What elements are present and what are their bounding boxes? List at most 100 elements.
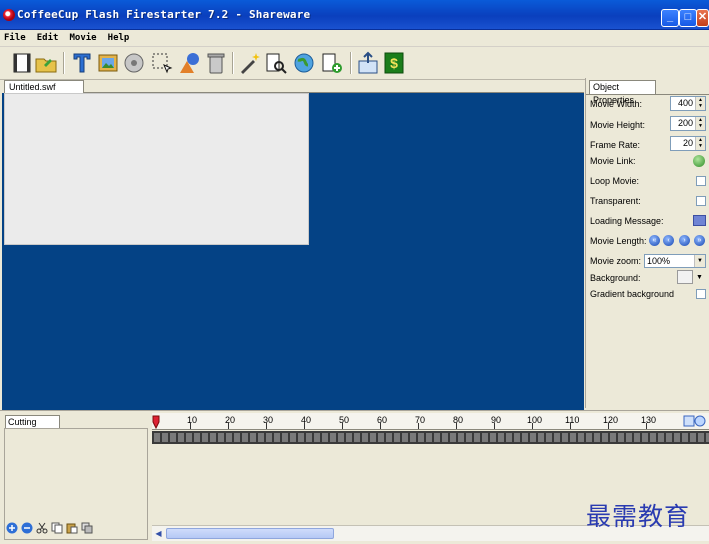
maximize-button[interactable]: □	[679, 9, 697, 27]
object-properties-tab[interactable]: Object Properties	[589, 80, 656, 105]
timeline-frame[interactable]	[426, 433, 432, 442]
chevron-down-icon[interactable]: ▼	[694, 255, 705, 267]
add-icon[interactable]	[6, 522, 18, 534]
cutting-room-tab[interactable]: Cutting Room	[5, 415, 60, 439]
timeline-frame[interactable]	[442, 433, 448, 442]
timeline-frame[interactable]	[690, 433, 696, 442]
timeline-frame[interactable]	[194, 433, 200, 442]
frame-rate-stepper[interactable]: ▲ ▼	[695, 137, 705, 150]
timeline-frame[interactable]	[682, 433, 688, 442]
timeline-zoom-icon[interactable]	[683, 414, 707, 428]
duplicate-icon[interactable]	[81, 522, 93, 534]
export-icon[interactable]	[356, 51, 380, 75]
timeline-frame[interactable]	[218, 433, 224, 442]
timeline-frame[interactable]	[610, 433, 616, 442]
timeline-frame[interactable]	[586, 433, 592, 442]
timeline-frame[interactable]	[410, 433, 416, 442]
timeline-ruler[interactable]: 10 20 30 40 50 60 70 80 90 100 110 120 1…	[152, 413, 709, 430]
copy-icon[interactable]	[51, 522, 63, 534]
timeline-frame[interactable]	[330, 433, 336, 442]
new-movie-icon[interactable]	[10, 51, 34, 75]
paste-icon[interactable]	[66, 522, 78, 534]
timeline-frame[interactable]	[314, 433, 320, 442]
timeline-frame[interactable]	[554, 433, 560, 442]
timeline-frame[interactable]	[642, 433, 648, 442]
timeline-frame[interactable]	[186, 433, 192, 442]
timeline-frame[interactable]	[162, 433, 168, 442]
magic-wand-icon[interactable]	[238, 51, 262, 75]
timeline-frame[interactable]	[418, 433, 424, 442]
timeline-frame[interactable]	[482, 433, 488, 442]
publish-web-icon[interactable]	[292, 51, 316, 75]
timeline-frame[interactable]	[170, 433, 176, 442]
frame-rate-input[interactable]: 20 ▲ ▼	[670, 136, 706, 151]
timeline-frame[interactable]	[178, 433, 184, 442]
timeline-frame[interactable]	[362, 433, 368, 442]
minimize-button[interactable]: _	[661, 9, 679, 27]
timeline-frame[interactable]	[434, 433, 440, 442]
timeline-frame[interactable]	[354, 433, 360, 442]
movie-width-input[interactable]: 400 ▲ ▼	[670, 96, 706, 111]
timeline-frame[interactable]	[322, 433, 328, 442]
menu-movie[interactable]: Movie	[66, 30, 101, 47]
timeline-frame[interactable]	[298, 433, 304, 442]
timeline-frame[interactable]	[274, 433, 280, 442]
timeline-frame[interactable]	[570, 433, 576, 442]
shapes-icon[interactable]	[178, 51, 202, 75]
trash-icon[interactable]	[204, 51, 228, 75]
timeline-frame[interactable]	[514, 433, 520, 442]
timeline-frame[interactable]	[210, 433, 216, 442]
movie-zoom-select[interactable]: 100% ▼	[644, 254, 706, 268]
timeline-frame[interactable]	[338, 433, 344, 442]
movie-add-icon[interactable]	[320, 51, 344, 75]
timeline-frame[interactable]	[466, 433, 472, 442]
timeline-frame[interactable]	[226, 433, 232, 442]
timeline-frame[interactable]	[498, 433, 504, 442]
background-color-swatch[interactable]	[677, 270, 693, 284]
timeline-frame[interactable]	[490, 433, 496, 442]
remove-icon[interactable]	[21, 522, 33, 534]
timeline-frame[interactable]	[674, 433, 680, 442]
loop-movie-checkbox[interactable]	[696, 176, 706, 186]
menu-edit[interactable]: Edit	[33, 30, 63, 47]
sound-icon[interactable]	[122, 51, 146, 75]
scrollbar-thumb[interactable]	[166, 528, 334, 539]
timeline-frame[interactable]	[258, 433, 264, 442]
timeline-frame[interactable]	[602, 433, 608, 442]
movie-stage[interactable]	[4, 93, 309, 245]
timeline-frame[interactable]	[538, 433, 544, 442]
timeline-frame[interactable]	[402, 433, 408, 442]
timeline-frame[interactable]	[562, 433, 568, 442]
timeline-frame[interactable]	[666, 433, 672, 442]
transparent-checkbox[interactable]	[696, 196, 706, 206]
timeline-frame[interactable]	[650, 433, 656, 442]
timeline-frame[interactable]	[242, 433, 248, 442]
timeline-frame[interactable]	[378, 433, 384, 442]
image-icon[interactable]	[96, 51, 120, 75]
rewind-icon[interactable]: «	[649, 235, 660, 246]
select-region-icon[interactable]	[150, 51, 174, 75]
timeline-frame[interactable]	[546, 433, 552, 442]
timeline-frame[interactable]	[626, 433, 632, 442]
timeline-frame[interactable]	[282, 433, 288, 442]
timeline-frame[interactable]	[386, 433, 392, 442]
document-tab[interactable]: Untitled.swf	[4, 80, 84, 93]
gradient-background-checkbox[interactable]	[696, 289, 706, 299]
loading-message-icon[interactable]	[693, 215, 706, 226]
timeline-frame[interactable]	[154, 433, 160, 442]
timeline-frame[interactable]	[234, 433, 240, 442]
timeline-frame[interactable]	[578, 433, 584, 442]
timeline-frame[interactable]	[306, 433, 312, 442]
chevron-down-icon[interactable]: ▼	[696, 274, 706, 281]
cut-icon[interactable]	[36, 522, 48, 534]
timeline-frame[interactable]	[250, 433, 256, 442]
movie-link-globe-icon[interactable]	[693, 155, 705, 167]
text-icon[interactable]	[70, 51, 94, 75]
menu-file[interactable]: File	[0, 30, 30, 47]
timeline-frame[interactable]	[530, 433, 536, 442]
buy-dollar-icon[interactable]: $	[382, 51, 406, 75]
timeline-frame[interactable]	[346, 433, 352, 442]
timeline-frame[interactable]	[594, 433, 600, 442]
scroll-left-icon[interactable]: ◀	[153, 528, 164, 539]
timeline-frame[interactable]	[202, 433, 208, 442]
